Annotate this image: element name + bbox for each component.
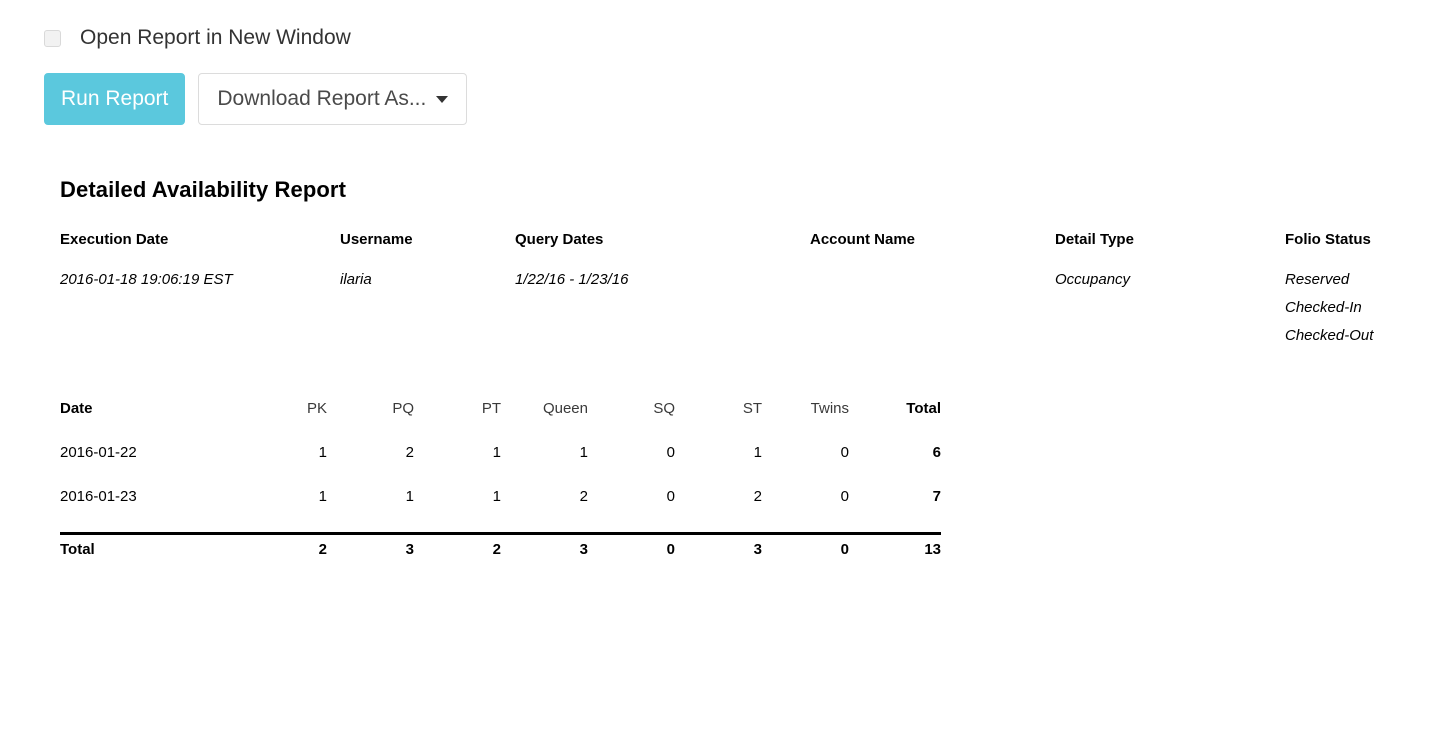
total-row-label: Total [60, 532, 250, 558]
meta-header-account-name: Account Name [810, 231, 916, 248]
cell-st: 2 [753, 488, 762, 505]
open-in-new-window-label: Open Report in New Window [80, 26, 351, 49]
metadata-header-row: Execution Date Username Query Dates Acco… [60, 231, 1390, 266]
total-grand: 13 [849, 532, 941, 558]
meta-value-username: ilaria [340, 271, 372, 288]
total-st: 3 [675, 532, 762, 558]
total-sq: 0 [588, 532, 675, 558]
cell-pt: 1 [492, 488, 501, 505]
total-queen: 3 [501, 532, 588, 558]
table-row: 2016-01-23 1 1 1 2 0 2 0 7 [60, 488, 941, 534]
column-header-queen: Queen [542, 400, 588, 417]
report-action-buttons: Run Report Download Report As... [44, 73, 1439, 125]
column-header-date: Date [60, 400, 93, 417]
cell-twins: 0 [840, 488, 849, 505]
cell-pk: 1 [318, 488, 327, 505]
chevron-down-icon [436, 95, 449, 103]
folio-status-checked-in: Checked-In [1285, 299, 1362, 316]
cell-pq: 2 [405, 444, 414, 461]
open-in-new-window-row[interactable]: Open Report in New Window [44, 26, 1439, 50]
table-total-row: Total 2 3 2 3 0 3 0 13 [60, 532, 941, 558]
cell-date: 2016-01-23 [60, 488, 137, 505]
availability-data-table: Date PK PQ PT Queen SQ ST Twins Total 20… [60, 400, 941, 558]
cell-queen: 2 [579, 488, 588, 505]
meta-value-query-dates: 1/22/16 - 1/23/16 [515, 271, 629, 288]
total-pt: 2 [414, 532, 501, 558]
cell-sq: 0 [666, 444, 675, 461]
report-body: Detailed Availability Report Execution D… [0, 177, 1439, 558]
data-header-row: Date PK PQ PT Queen SQ ST Twins Total [60, 400, 941, 444]
cell-total: 6 [932, 444, 941, 461]
meta-header-folio-status: Folio Status [1285, 231, 1371, 248]
total-pq: 3 [327, 532, 414, 558]
meta-header-execution-date: Execution Date [60, 231, 169, 248]
meta-value-folio-status: Reserved Checked-In Checked-Out [1285, 266, 1390, 350]
meta-value-account-name [810, 266, 1055, 350]
page-title: Detailed Availability Report [60, 177, 347, 202]
metadata-value-row: 2016-01-18 19:06:19 EST ilaria 1/22/16 -… [60, 266, 1390, 350]
column-header-total: Total [906, 400, 941, 417]
download-report-label: Download Report As... [217, 87, 427, 110]
cell-pq: 1 [405, 488, 414, 505]
cell-pk: 1 [318, 444, 327, 461]
cell-pt: 1 [492, 444, 501, 461]
meta-header-username: Username [340, 231, 413, 248]
column-header-pk: PK [306, 400, 327, 417]
meta-value-detail-type: Occupancy [1055, 271, 1131, 288]
cell-st: 1 [753, 444, 762, 461]
cell-twins: 0 [840, 444, 849, 461]
cell-total: 7 [932, 488, 941, 505]
meta-header-detail-type: Detail Type [1055, 231, 1134, 248]
meta-value-execution-date: 2016-01-18 19:06:19 EST [60, 271, 233, 288]
folio-status-checked-out: Checked-Out [1285, 327, 1374, 344]
report-metadata-table: Execution Date Username Query Dates Acco… [60, 231, 1390, 350]
table-row: 2016-01-22 1 2 1 1 0 1 0 6 [60, 444, 941, 488]
total-twins: 0 [762, 532, 849, 558]
column-header-twins: Twins [810, 400, 849, 417]
open-in-new-window-checkbox[interactable] [44, 29, 61, 47]
cell-queen: 1 [579, 444, 588, 461]
column-header-pt: PT [481, 400, 501, 417]
cell-date: 2016-01-22 [60, 444, 137, 461]
cell-sq: 0 [666, 488, 675, 505]
run-report-button[interactable]: Run Report [44, 73, 186, 125]
column-header-st: ST [742, 400, 762, 417]
column-header-pq: PQ [392, 400, 414, 417]
column-header-sq: SQ [653, 400, 675, 417]
total-pk: 2 [250, 532, 327, 558]
report-controls: Open Report in New Window Run Report Dow… [0, 0, 1439, 125]
download-report-dropdown[interactable]: Download Report As... [198, 73, 468, 125]
meta-header-query-dates: Query Dates [515, 231, 604, 248]
folio-status-reserved: Reserved [1285, 271, 1350, 288]
